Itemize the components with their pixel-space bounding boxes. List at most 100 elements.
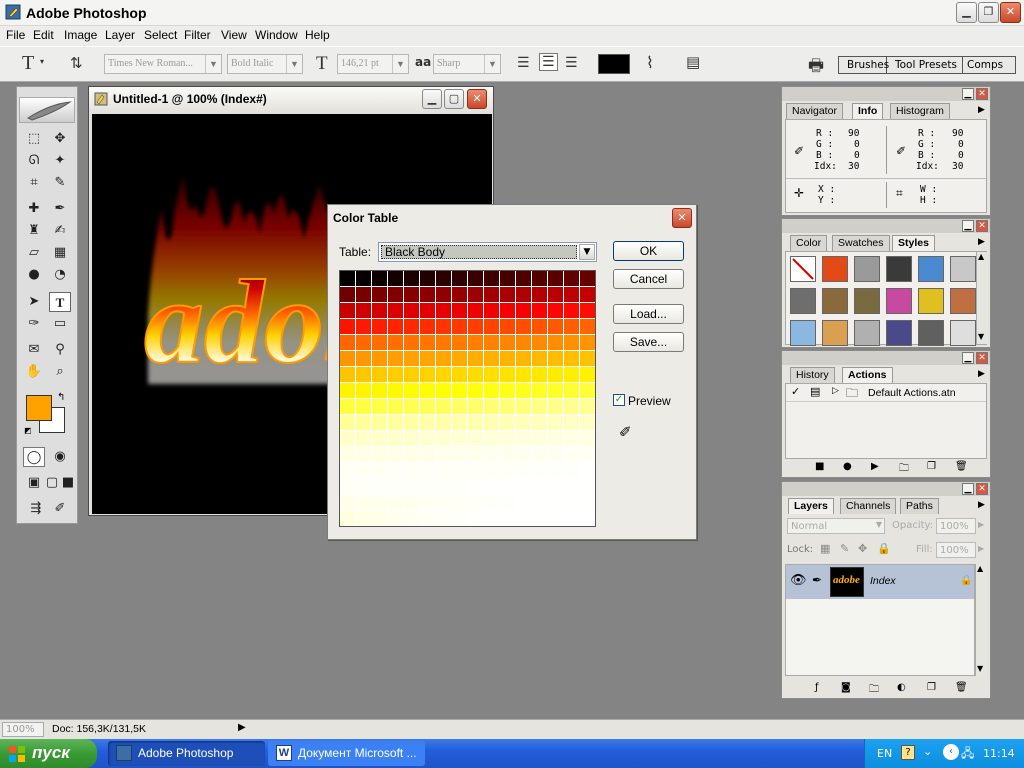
color-swatch[interactable] [500,271,515,286]
color-swatch[interactable] [436,447,451,462]
type-tool-icon[interactable]: T [49,292,71,312]
color-swatch[interactable] [484,415,499,430]
style-swatch[interactable] [822,256,848,282]
blend-mode-select[interactable]: Normal ▼ [787,518,885,534]
color-swatch[interactable] [340,303,355,318]
style-swatch[interactable] [790,288,816,314]
file-browser-icon[interactable]: 🖶 [808,53,824,82]
color-swatch[interactable] [484,287,499,302]
fill-arrow-icon[interactable]: ▶ [978,544,984,553]
color-swatch[interactable] [468,399,483,414]
color-swatch[interactable] [532,287,547,302]
color-swatch[interactable] [404,511,419,526]
color-swatch[interactable] [580,415,595,430]
tab-histogram[interactable]: Histogram [890,103,950,119]
path-selection-tool-icon[interactable]: ➤ [23,292,45,312]
color-swatch[interactable] [500,303,515,318]
color-swatch[interactable] [500,367,515,382]
preset-arrow-icon[interactable]: ▾ [40,57,44,66]
style-swatch[interactable] [886,256,912,282]
color-swatch[interactable] [388,431,403,446]
color-swatch[interactable] [436,415,451,430]
color-swatch[interactable] [580,271,595,286]
color-swatch[interactable] [500,495,515,510]
color-swatch[interactable] [340,495,355,510]
color-swatch[interactable] [484,351,499,366]
color-swatch[interactable] [516,479,531,494]
color-swatch[interactable] [516,495,531,510]
color-swatch[interactable] [340,383,355,398]
color-swatch[interactable] [452,415,467,430]
color-swatch[interactable] [468,447,483,462]
color-swatch[interactable] [356,383,371,398]
color-swatch[interactable] [516,431,531,446]
toggle-check-icon[interactable]: ✓ [791,385,800,398]
color-swatch[interactable] [532,431,547,446]
panel-minimize-button[interactable]: ▁ [962,88,974,100]
tab-history[interactable]: History [790,367,835,383]
save-button[interactable]: Save... [613,332,684,352]
color-swatch[interactable] [372,335,387,350]
color-swatch[interactable] [420,415,435,430]
color-swatch[interactable] [500,383,515,398]
color-swatch[interactable] [356,495,371,510]
color-swatch[interactable] [452,319,467,334]
style-swatch[interactable] [854,320,880,346]
color-swatch[interactable] [468,335,483,350]
scroll-down-icon[interactable]: ▼ [978,332,984,341]
color-swatch[interactable] [564,351,579,366]
color-swatch[interactable] [500,351,515,366]
color-swatch[interactable] [340,399,355,414]
font-size-select[interactable]: 146,21 pt ▼ [337,54,409,74]
menu-window[interactable]: Window [255,28,298,42]
color-swatch[interactable] [436,287,451,302]
color-swatch[interactable] [468,479,483,494]
color-swatch[interactable] [452,303,467,318]
history-brush-tool-icon[interactable]: ✍ [49,221,71,241]
style-swatch[interactable] [822,320,848,346]
new-group-icon[interactable]: 🗀 [869,682,879,699]
color-swatch[interactable] [532,303,547,318]
color-swatch[interactable] [372,399,387,414]
color-swatch[interactable] [340,511,355,526]
foreground-color-swatch[interactable] [26,395,52,421]
eyedropper-icon[interactable]: ✐ [619,423,632,441]
panel-menu-arrow-icon[interactable]: ▶ [978,105,985,115]
color-swatch[interactable] [500,415,515,430]
color-swatch[interactable] [404,479,419,494]
dodge-tool-icon[interactable]: ◔ [49,265,71,285]
color-swatch[interactable] [484,399,499,414]
new-layer-icon[interactable]: ❐ [927,682,936,693]
eye-icon[interactable]: 👁 [790,573,807,588]
color-swatch[interactable] [532,511,547,526]
help-icon[interactable]: ? [901,745,915,760]
style-swatch[interactable] [854,288,880,314]
color-swatch[interactable] [388,511,403,526]
color-swatch[interactable] [388,463,403,478]
color-swatch[interactable] [436,383,451,398]
color-swatch[interactable] [516,399,531,414]
color-swatch[interactable] [420,447,435,462]
color-swatch[interactable] [548,271,563,286]
type-tool-preset-icon[interactable]: T [22,52,34,75]
color-swatch[interactable] [372,511,387,526]
color-swatch[interactable] [452,287,467,302]
lock-all-icon[interactable]: 🔒 [877,542,891,555]
color-swatch[interactable] [468,383,483,398]
color-swatch[interactable] [532,415,547,430]
color-swatch[interactable] [372,415,387,430]
style-swatch[interactable] [950,256,976,282]
language-indicator[interactable]: EN [877,747,892,760]
style-swatch[interactable] [886,320,912,346]
color-swatch[interactable] [484,511,499,526]
color-swatch[interactable] [340,319,355,334]
lock-transparency-icon[interactable]: ▦ [820,542,830,555]
color-swatch[interactable] [372,367,387,382]
color-swatch[interactable] [516,287,531,302]
scroll-up-icon[interactable]: ▲ [978,252,984,261]
color-swatch[interactable] [516,303,531,318]
color-swatch[interactable] [564,479,579,494]
menu-select[interactable]: Select [144,28,177,42]
standard-mode-icon[interactable]: ◯ [23,447,45,467]
status-menu-arrow-icon[interactable]: ▶ [238,722,246,733]
